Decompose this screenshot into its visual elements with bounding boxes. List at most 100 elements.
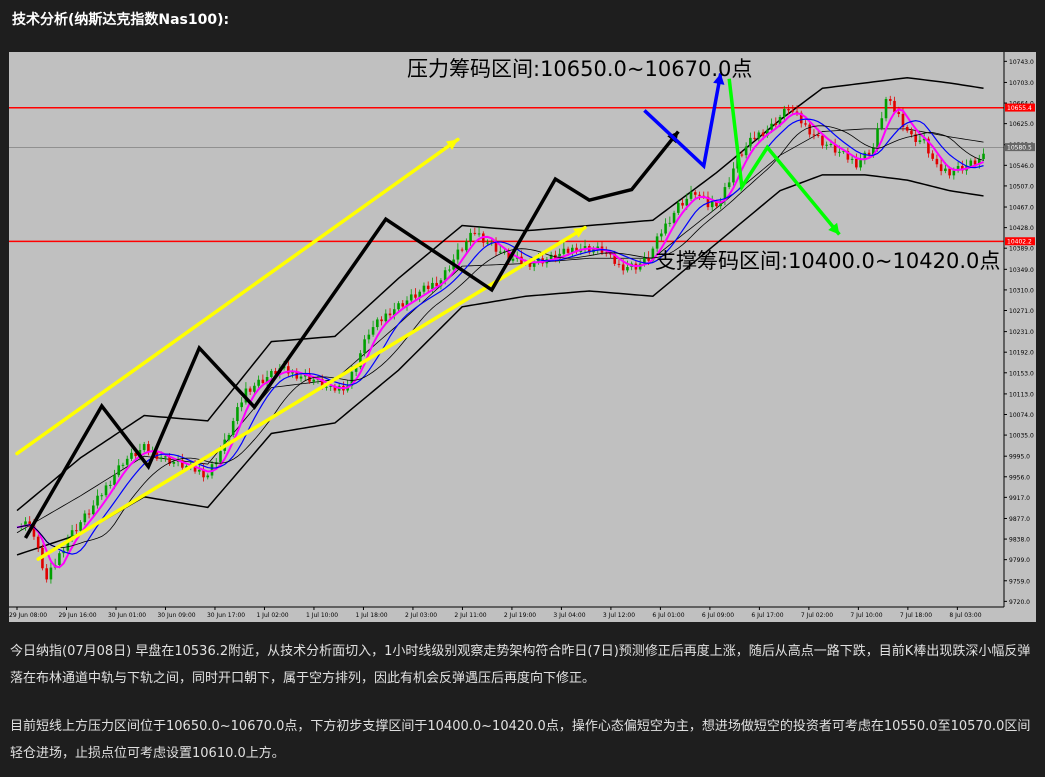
candle-down	[812, 134, 816, 136]
candle-up	[422, 285, 426, 292]
candle-up	[672, 212, 676, 223]
candle-up	[859, 160, 862, 168]
candle-up	[825, 144, 828, 146]
candle-up	[49, 567, 53, 580]
time-tick-label: 3 Jul 12:00	[603, 612, 635, 619]
candle-up	[469, 232, 472, 242]
candle-up	[770, 123, 773, 130]
candle-up	[664, 223, 667, 234]
candle-up	[376, 319, 379, 328]
candle-up	[562, 248, 566, 254]
candle-down	[893, 100, 896, 113]
candle-up	[668, 222, 672, 224]
candle-up	[626, 266, 629, 271]
candle-up	[92, 505, 95, 515]
candle-up	[689, 192, 693, 199]
candle-up	[685, 198, 689, 206]
candle-up	[299, 376, 303, 379]
bollinger-middle	[16, 128, 984, 534]
candle-up	[83, 513, 87, 523]
candle-up	[164, 456, 167, 458]
ma-slow	[16, 118, 984, 555]
candle-up	[312, 379, 316, 382]
price-tick-label: 10271.0	[1009, 308, 1034, 315]
time-tick-label: 3 Jul 04:00	[553, 612, 585, 619]
time-tick-label: 30 Jun 17:00	[207, 612, 245, 619]
candle-up	[757, 132, 761, 139]
candle-up	[206, 475, 210, 478]
candle-down	[948, 168, 951, 176]
time-tick-label: 30 Jun 09:00	[157, 612, 195, 619]
channel-lower	[36, 225, 587, 561]
candle-up	[117, 465, 121, 476]
candle-down	[905, 126, 909, 131]
candle-up	[142, 444, 146, 451]
candle-up	[125, 458, 129, 465]
candle-up	[498, 251, 502, 253]
candle-up	[130, 452, 133, 459]
candle-down	[867, 152, 871, 155]
candle-up	[409, 294, 413, 301]
candle-up	[253, 385, 256, 392]
time-tick-label: 2 Jul 03:00	[405, 612, 437, 619]
time-tick-label: 29 Jun 16:00	[58, 612, 96, 619]
candle-up	[918, 140, 922, 142]
price-tick-label: 10310.0	[1009, 287, 1034, 294]
price-tick-label: 10035.0	[1009, 433, 1034, 440]
candle-down	[761, 132, 765, 136]
price-tick-label: 10349.0	[1009, 267, 1034, 274]
candle-down	[816, 135, 820, 137]
candle-up	[96, 495, 99, 506]
analysis-paragraph-2: 目前短线上方压力区间位于10650.0~10670.0点，下方初步支撑区间于10…	[10, 719, 1031, 761]
candle-down	[753, 137, 756, 139]
candle-up	[231, 421, 235, 435]
candle-up	[197, 469, 201, 472]
price-tick-label: 10625.0	[1009, 121, 1034, 128]
candle-down	[897, 112, 901, 115]
candle-down	[693, 192, 697, 195]
price-tick-label: 9838.0	[1009, 537, 1030, 544]
price-tick-label: 9759.0	[1009, 578, 1030, 585]
candle-down	[821, 135, 824, 146]
candle-down	[426, 285, 430, 289]
candle-up	[511, 258, 515, 261]
time-tick-label: 30 Jun 01:00	[108, 612, 146, 619]
support-annotation: 支撑筹码区间:10400.0~10420.0点	[655, 249, 1000, 273]
candle-up	[850, 158, 854, 160]
candle-down	[621, 264, 625, 271]
candle-down	[973, 160, 977, 165]
wave-green	[727, 78, 841, 236]
price-tick-label: 9995.0	[1009, 454, 1030, 461]
candle-down	[804, 123, 807, 125]
time-tick-label: 7 Jul 02:00	[801, 612, 833, 619]
candle-down	[414, 294, 417, 298]
candle-down	[380, 319, 383, 322]
candle-up	[367, 334, 371, 340]
candle-up	[448, 269, 451, 271]
wave-blue	[643, 73, 723, 170]
price-tick-label: 10467.0	[1009, 205, 1034, 212]
candle-down	[401, 303, 405, 307]
candle-up	[219, 450, 222, 463]
candle-up	[944, 168, 947, 172]
time-tick-label: 6 Jul 17:00	[751, 612, 783, 619]
candle-down	[855, 158, 858, 168]
candle-up	[270, 370, 273, 378]
candle-up	[121, 464, 125, 466]
candle-down	[617, 263, 621, 265]
price-tick-label: 10192.0	[1009, 350, 1034, 357]
chart-canvas: 10743.010703.010664.010625.010585.010546…	[9, 52, 1036, 622]
candle-down	[566, 248, 570, 253]
time-tick-label: 2 Jul 19:00	[504, 612, 536, 619]
price-tick-label: 10546.0	[1009, 163, 1034, 170]
price-tick-label: 10743.0	[1009, 59, 1034, 66]
candle-up	[677, 202, 680, 213]
candle-up	[732, 168, 735, 183]
price-chart: 10743.010703.010664.010625.010585.010546…	[9, 52, 1036, 622]
time-tick-label: 1 Jul 18:00	[355, 612, 387, 619]
wave-black	[23, 130, 680, 539]
candle-down	[808, 124, 812, 135]
candle-up	[880, 118, 884, 129]
candle-down	[388, 313, 392, 316]
price-tick-label: 10074.0	[1009, 412, 1034, 419]
